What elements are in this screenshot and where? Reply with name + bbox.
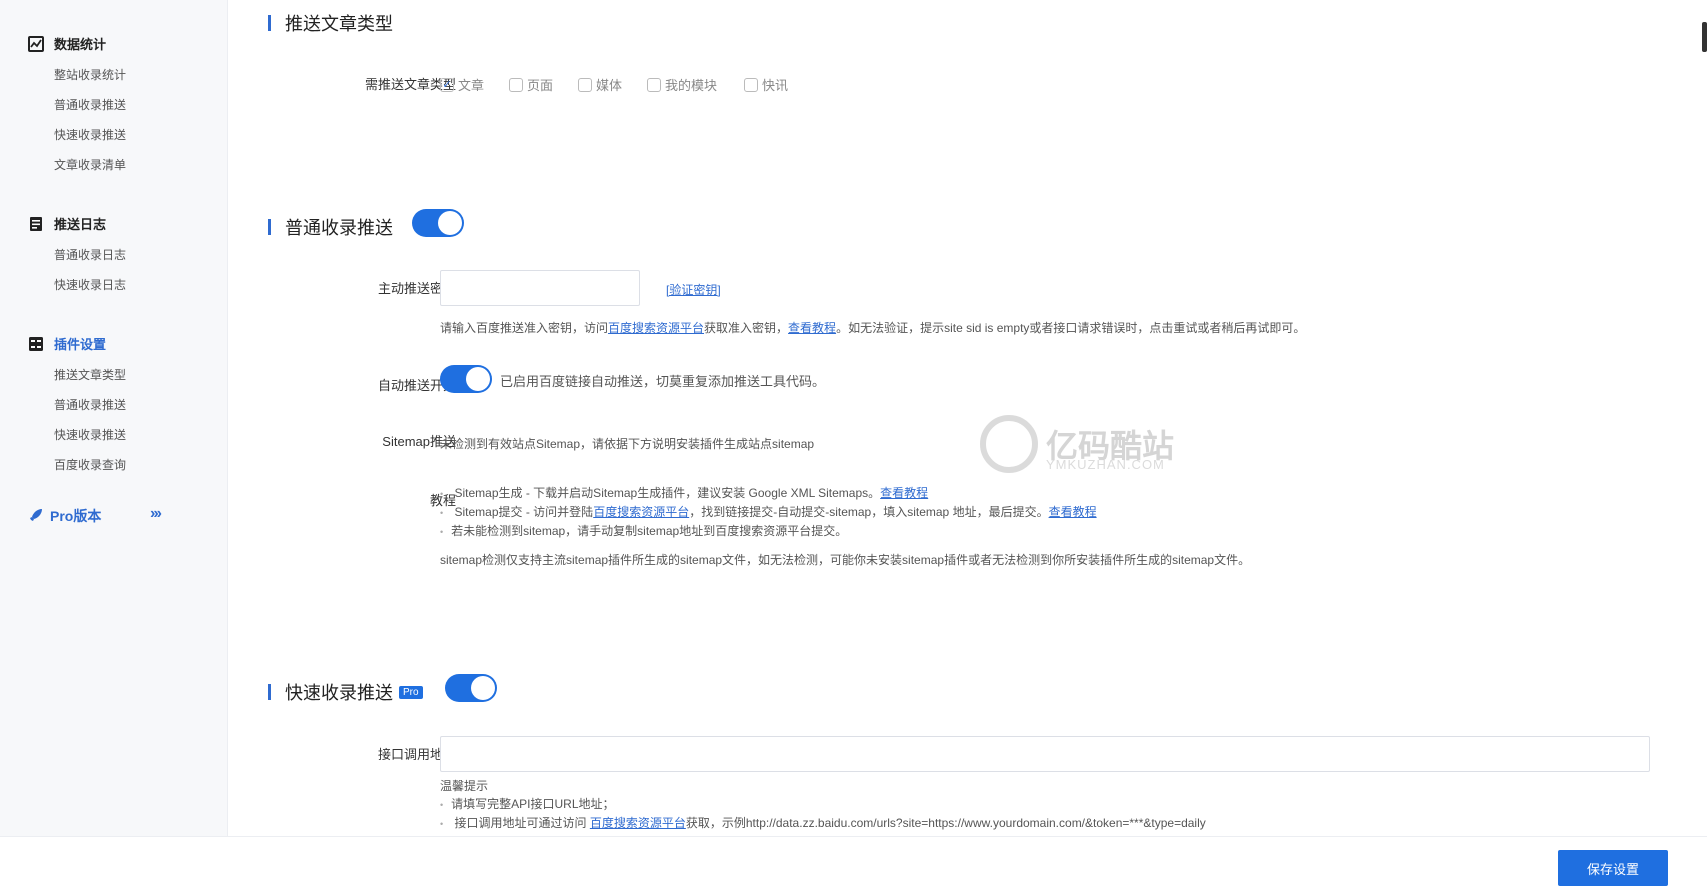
tip-item: 接口调用地址可通过访问 百度搜索资源平台获取，示例http://data.zz.… bbox=[440, 814, 1206, 831]
watermark: 亿码酷站 YMKUZHAN.COM bbox=[980, 415, 1174, 473]
chevron-right-icon: ››› bbox=[150, 505, 162, 522]
sidebar-item-normal-push[interactable]: 普通收录推送 bbox=[54, 396, 126, 413]
checkbox-media[interactable]: 媒体 bbox=[578, 75, 622, 94]
title-accent-bar bbox=[268, 684, 271, 700]
settings-icon bbox=[28, 336, 44, 352]
checkbox-label: 快讯 bbox=[762, 78, 789, 93]
checkbox-article[interactable]: ✓ 文章 bbox=[440, 75, 484, 94]
section-title-fast-push: 快速收录推送 Pro bbox=[268, 679, 423, 705]
checkbox-my-module[interactable]: 我的模块 bbox=[647, 75, 717, 94]
tutorial-label: 教程 bbox=[429, 493, 456, 508]
api-url-input[interactable] bbox=[440, 736, 1650, 772]
sitemap-note: sitemap检测仅支持主流sitemap插件所生成的sitemap文件，如无法… bbox=[440, 553, 1251, 567]
toggle-knob bbox=[471, 676, 495, 700]
sidebar-item-baidu-query[interactable]: 百度收录查询 bbox=[54, 456, 126, 473]
sidebar-item-fast-log[interactable]: 快速收录日志 bbox=[54, 276, 126, 293]
tutorial-link[interactable]: 查看教程 bbox=[880, 486, 928, 500]
sidebar-item-article-list[interactable]: 文章收录清单 bbox=[54, 156, 126, 173]
tips-title: 温馨提示 bbox=[440, 779, 489, 793]
checkbox-label: 文章 bbox=[458, 78, 485, 93]
verify-key-link[interactable]: [验证密钥] bbox=[666, 281, 721, 298]
tutorial-text: Sitemap提交 - 访问并登陆 bbox=[454, 505, 594, 519]
log-icon bbox=[28, 216, 44, 232]
footer-bar bbox=[0, 836, 1707, 891]
pro-version-link[interactable]: Pro版本 ››› bbox=[28, 505, 162, 526]
auto-push-toggle[interactable] bbox=[440, 365, 492, 393]
section-title-text: 快速收录推送 bbox=[285, 683, 393, 703]
pro-version-label: Pro版本 bbox=[50, 508, 102, 524]
title-accent-bar bbox=[268, 15, 271, 31]
tutorial-item: Sitemap生成 - 下载并启动Sitemap生成插件，建议安装 Google… bbox=[440, 484, 929, 501]
tip-text: 获取，示例http://data.zz.baidu.com/urls?site=… bbox=[685, 816, 1206, 830]
sidebar-section-settings[interactable]: 插件设置 bbox=[28, 334, 106, 353]
help-text: 。如无法验证，提示site sid is empty或者接口请求错误时，点击重试… bbox=[836, 321, 1306, 335]
baidu-platform-link[interactable]: 百度搜索资源平台 bbox=[608, 321, 704, 335]
sidebar-section-title: 插件设置 bbox=[54, 337, 107, 352]
section-title-post-types: 推送文章类型 bbox=[268, 10, 393, 36]
post-types-label: 需推送文章类型 bbox=[364, 77, 456, 92]
fast-push-toggle[interactable] bbox=[445, 674, 497, 702]
tutorial-text: Sitemap生成 - 下载并启动Sitemap生成插件，建议安装 Google… bbox=[454, 486, 881, 500]
push-key-help: 请输入百度推送准入密钥，访问百度搜索资源平台获取准入密钥，查看教程。如无法验证，… bbox=[440, 319, 1305, 336]
checkbox-label: 页面 bbox=[527, 78, 554, 93]
checkbox-icon bbox=[647, 77, 661, 92]
push-key-label: 主动推送密钥 bbox=[377, 281, 456, 296]
checkbox-icon bbox=[509, 77, 523, 92]
main-content: 推送文章类型 需推送文章类型 ✓ 文章 页面 媒体 我的模块 快讯 普通收录推送 … bbox=[228, 0, 1707, 891]
tip-item: 请填写完整API接口URL地址； bbox=[440, 795, 614, 812]
sidebar-section-title: 推送日志 bbox=[54, 217, 107, 232]
pro-badge: Pro bbox=[399, 685, 423, 699]
sidebar-section-logs[interactable]: 推送日志 bbox=[28, 214, 106, 233]
tip-text: 接口调用地址可通过访问 bbox=[454, 816, 590, 830]
checkmark-icon: ✓ bbox=[440, 77, 454, 92]
sidebar-section-stats[interactable]: 数据统计 bbox=[28, 34, 106, 53]
auto-push-label: 自动推送开关 bbox=[377, 378, 456, 393]
checkbox-icon bbox=[578, 77, 592, 92]
sidebar: 数据统计 整站收录统计 普通收录推送 快速收录推送 文章收录清单 推送日志 普通… bbox=[0, 0, 228, 891]
api-url-label: 接口调用地址 bbox=[377, 747, 456, 762]
sitemap-status: 未检测到有效站点Sitemap，请依据下方说明安装插件生成站点sitemap bbox=[440, 437, 815, 451]
checkbox-flash[interactable]: 快讯 bbox=[744, 75, 788, 94]
section-title-text: 推送文章类型 bbox=[285, 14, 393, 34]
sidebar-item-normal-push-stats[interactable]: 普通收录推送 bbox=[54, 96, 126, 113]
verify-key-text: [验证密钥] bbox=[666, 283, 721, 297]
rocket-icon bbox=[28, 507, 44, 526]
tutorial-text: ，找到链接提交-自动提交-sitemap，填入sitemap 地址，最后提交。 bbox=[689, 505, 1049, 519]
tutorial-item: 若未能检测到sitemap，请手动复制sitemap地址到百度搜索资源平台提交。 bbox=[440, 522, 847, 539]
checkbox-label: 我的模块 bbox=[665, 78, 718, 93]
sidebar-section-title: 数据统计 bbox=[54, 37, 107, 52]
scroll-indicator[interactable] bbox=[1702, 22, 1707, 52]
sidebar-item-fast-push[interactable]: 快速收录推送 bbox=[54, 426, 126, 443]
help-text: 请输入百度推送准入密钥，访问 bbox=[440, 321, 609, 335]
watermark-subtext: YMKUZHAN.COM bbox=[1046, 457, 1165, 472]
checkbox-label: 媒体 bbox=[596, 78, 623, 93]
auto-push-text: 已启用百度链接自动推送，切莫重复添加推送工具代码。 bbox=[500, 374, 826, 389]
baidu-platform-link[interactable]: 百度搜索资源平台 bbox=[593, 505, 689, 519]
sidebar-item-site-stats[interactable]: 整站收录统计 bbox=[54, 66, 126, 83]
watermark-logo-icon bbox=[980, 415, 1038, 473]
section-title-normal-push: 普通收录推送 bbox=[268, 214, 393, 240]
checkbox-icon bbox=[744, 77, 758, 92]
save-settings-button[interactable]: 保存设置 bbox=[1558, 850, 1668, 886]
checkbox-page[interactable]: 页面 bbox=[509, 75, 553, 94]
sidebar-item-fast-push-stats[interactable]: 快速收录推送 bbox=[54, 126, 126, 143]
sitemap-label: Sitemap推送 bbox=[382, 434, 456, 449]
baidu-platform-link[interactable]: 百度搜索资源平台 bbox=[590, 816, 686, 830]
sidebar-item-post-types[interactable]: 推送文章类型 bbox=[54, 366, 126, 383]
tutorial-link[interactable]: 查看教程 bbox=[1049, 505, 1097, 519]
toggle-knob bbox=[466, 367, 490, 391]
help-text: 获取准入密钥， bbox=[704, 321, 789, 335]
push-key-input[interactable] bbox=[440, 270, 640, 306]
tutorial-link[interactable]: 查看教程 bbox=[788, 321, 836, 335]
chart-icon bbox=[28, 35, 44, 52]
section-title-text: 普通收录推送 bbox=[285, 218, 393, 238]
toggle-knob bbox=[438, 211, 462, 235]
normal-push-toggle[interactable] bbox=[412, 209, 464, 237]
tutorial-item: Sitemap提交 - 访问并登陆百度搜索资源平台，找到链接提交-自动提交-si… bbox=[440, 503, 1097, 520]
sidebar-item-normal-log[interactable]: 普通收录日志 bbox=[54, 246, 126, 263]
title-accent-bar bbox=[268, 219, 271, 235]
